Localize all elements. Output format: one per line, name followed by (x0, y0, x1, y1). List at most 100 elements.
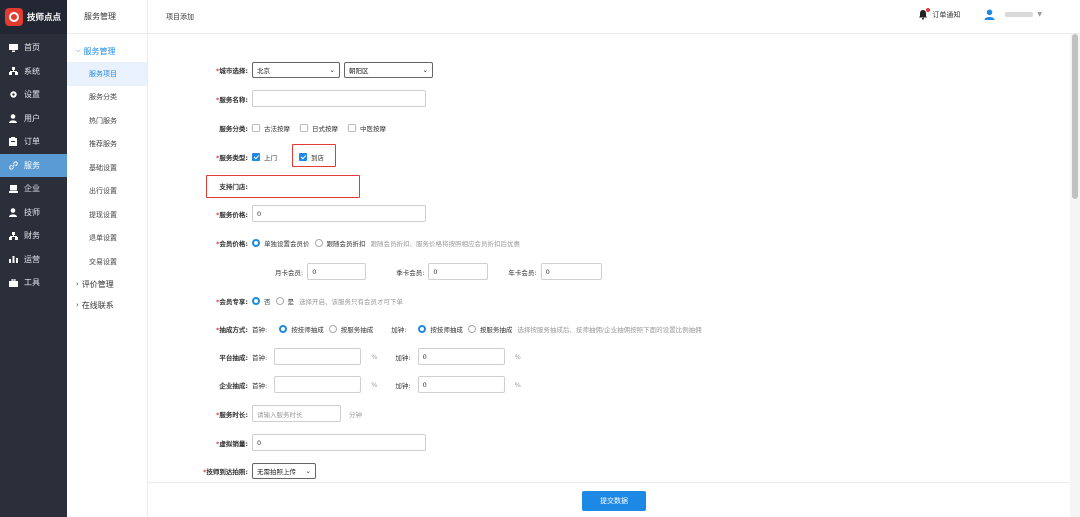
percent-unit: % (514, 380, 521, 389)
sidebar-item-label: 订单 (24, 137, 40, 147)
app-logo[interactable]: 技师点点 (0, 0, 67, 34)
company-add-label: 加钟: (395, 381, 411, 390)
sidebar-item-label: 系统 (24, 66, 40, 76)
member-only-option-no[interactable]: 否 (252, 296, 271, 306)
company-first-input[interactable] (274, 376, 362, 393)
sub-group-reviews[interactable]: › 评价管理 (67, 274, 147, 295)
platform-add-input[interactable]: 0 (417, 348, 505, 365)
sidebar-item-service[interactable]: 服务 (0, 153, 67, 177)
sub-item-service-items[interactable]: 服务项目 (67, 62, 147, 86)
scrollbar-thumb[interactable] (1072, 34, 1078, 199)
type-option-home[interactable]: 上门 (252, 152, 277, 162)
service-price-input[interactable]: 0 (252, 205, 426, 222)
clipboard-icon (8, 137, 18, 147)
company-first-label: 首钟: (252, 381, 268, 390)
scrollbar[interactable] (1070, 34, 1080, 517)
sidebar-item-finance[interactable]: 财务 (0, 224, 67, 248)
sitemap-icon (8, 66, 18, 76)
member-price-option-discount[interactable]: 跟随会员折扣 (314, 238, 366, 248)
monitor-icon (8, 43, 18, 53)
order-notification-link[interactable]: 订单通知 (932, 10, 960, 20)
year-card-input[interactable]: 0 (540, 263, 602, 280)
sidebar-item-tools[interactable]: 工具 (0, 271, 67, 295)
chart-icon (8, 254, 18, 264)
service-name-input[interactable] (252, 90, 426, 107)
first-option-service[interactable]: 按服务抽成 (328, 324, 373, 334)
notification-dot (926, 8, 931, 12)
sub-item-withdraw-settings[interactable]: 提现设置 (67, 203, 147, 227)
company-add-input[interactable]: 0 (417, 376, 505, 393)
sidebar-item-technician[interactable]: 技师 (0, 201, 67, 225)
sidebar-item-operations[interactable]: 运营 (0, 248, 67, 272)
radio[interactable] (328, 325, 337, 333)
duration-input[interactable]: 请输入服务时长 (252, 405, 341, 422)
caret-down-icon[interactable]: ▼ (1037, 11, 1042, 18)
radio[interactable] (275, 297, 284, 305)
radio-checked[interactable] (252, 239, 260, 247)
sub-item-trade-settings[interactable]: 交易设置 (67, 250, 147, 274)
member-only-option-yes[interactable]: 是 (275, 296, 294, 306)
percent-unit: % (514, 352, 521, 361)
commission-row: *抽成方式: 首钟: 按技师抽成 按服务抽成 加钟: 按技师抽成 按服务抽成 选… (148, 324, 702, 334)
checkbox[interactable] (300, 124, 308, 132)
add-option-service[interactable]: 按服务抽成 (467, 324, 512, 334)
season-card-input[interactable]: 0 (428, 263, 489, 280)
first-option-technician[interactable]: 按技师抽成 (279, 324, 324, 334)
category-option-2[interactable]: 日式按摩 (300, 123, 338, 133)
sidebar-item-enterprise[interactable]: 企业 (0, 177, 67, 201)
sub-sidebar-header: 服务管理 (67, 0, 147, 34)
service-name-label: *服务名称: (215, 95, 248, 104)
radio[interactable] (314, 239, 323, 247)
platform-add-label: 加钟: (395, 353, 411, 362)
member-only-label: *会员专享: (215, 298, 248, 306)
radio-checked[interactable] (279, 325, 288, 333)
city-select[interactable]: 北京 ⌄ (252, 62, 340, 78)
sidebar-item-home[interactable]: 首页 (0, 36, 67, 60)
sub-item-travel-settings[interactable]: 出行设置 (67, 180, 147, 204)
main-sidebar: 技师点点 首页 系统 设置 用户 订单 服务 企业 技师 财务 运营 工具 (0, 0, 67, 517)
sidebar-item-settings[interactable]: 设置 (0, 83, 67, 107)
district-select[interactable]: 朝阳区 ⌄ (344, 62, 433, 78)
sidebar-item-users[interactable]: 用户 (0, 107, 67, 131)
sidebar-item-label: 运营 (24, 254, 40, 264)
duration-unit: 分钟 (349, 410, 362, 419)
category-option-3[interactable]: 中医按摩 (348, 123, 386, 133)
city-row: *城市选择: 北京 ⌄ 朝阳区 ⌄ (148, 62, 433, 78)
member-price-label: *会员价格: (215, 240, 248, 248)
checkbox-checked[interactable] (252, 153, 260, 161)
add-option-technician[interactable]: 按技师抽成 (418, 324, 463, 334)
laptop-icon (8, 184, 18, 194)
commission-add-label: 加钟: (391, 326, 407, 334)
sub-item-recommended[interactable]: 推荐服务 (67, 133, 147, 157)
category-option-1[interactable]: 古法按摩 (252, 123, 290, 133)
user-avatar-icon[interactable] (984, 9, 995, 20)
top-bar: 项目添加 订单通知 ▼ (148, 0, 1080, 34)
sub-group-service-management[interactable]: ⌵ 服务管理 (67, 40, 147, 62)
submit-button[interactable]: 提交数据 (582, 491, 646, 511)
sub-item-refund-settings[interactable]: 退单设置 (67, 227, 147, 251)
sidebar-item-label: 服务 (24, 160, 40, 170)
member-price-option-separate[interactable]: 单独设置会员价 (252, 238, 310, 248)
radio[interactable] (467, 325, 476, 333)
user-name-redacted[interactable] (1005, 12, 1034, 17)
sidebar-item-label: 用户 (24, 113, 40, 123)
commission-hint: 选择按服务抽成后、技师抽佣/企业抽佣按照下面的设置比例抽佣 (517, 326, 702, 334)
radio-checked[interactable] (252, 297, 260, 305)
link-icon (8, 160, 18, 170)
platform-first-input[interactable] (274, 348, 362, 365)
sub-item-service-category[interactable]: 服务分类 (67, 86, 147, 110)
sub-item-hot-service[interactable]: 热门服务 (67, 109, 147, 133)
sub-item-basic-settings[interactable]: 基础设置 (67, 156, 147, 180)
sidebar-item-orders[interactable]: 订单 (0, 130, 67, 154)
arrival-photo-select[interactable]: 无需拍照上传 ⌄ (252, 463, 316, 479)
member-only-row: *会员专享: 否 是 选择开启、该服务只有会员才可下单 (148, 296, 403, 306)
radio-checked[interactable] (418, 325, 427, 333)
sub-group-online-contact[interactable]: › 在线联系 (67, 295, 147, 316)
checkbox[interactable] (348, 124, 356, 132)
bell-icon[interactable] (918, 8, 931, 20)
virtual-sales-input[interactable]: 0 (252, 434, 426, 451)
checkbox[interactable] (252, 124, 260, 132)
chevron-down-icon: ⌄ (329, 66, 335, 74)
sidebar-item-system[interactable]: 系统 (0, 60, 67, 84)
month-card-input[interactable]: 0 (307, 263, 367, 280)
